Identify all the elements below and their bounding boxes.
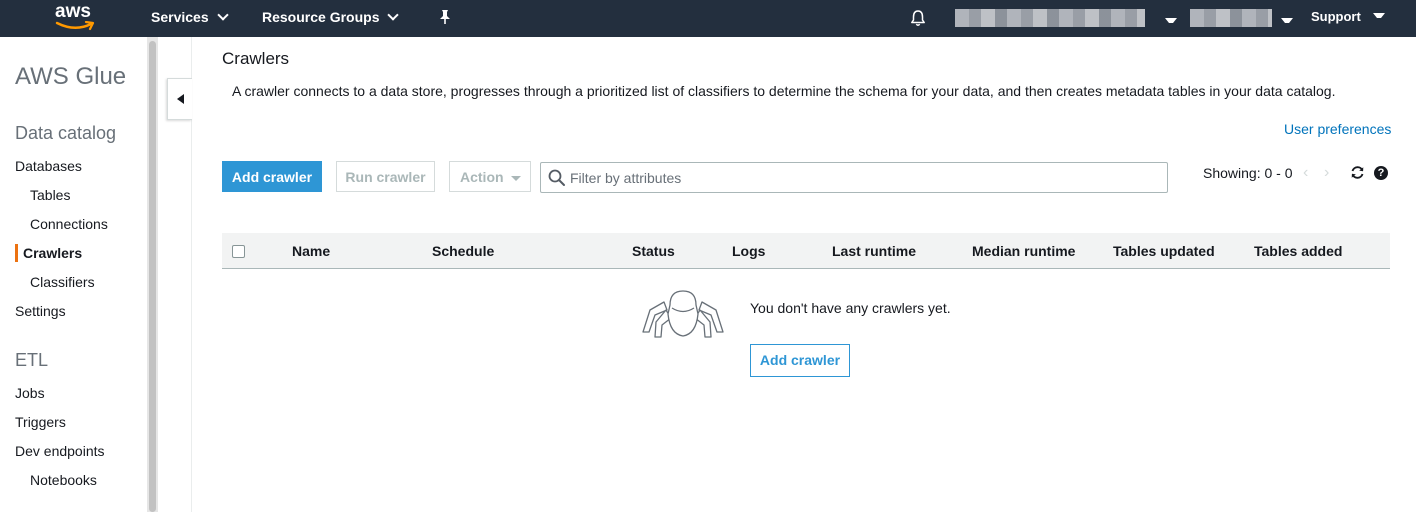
sidebar-item-tables[interactable]: Tables: [30, 187, 70, 203]
column-header-name[interactable]: Name: [292, 243, 330, 259]
region-redacted[interactable]: [1190, 9, 1272, 27]
sidebar-item-jobs[interactable]: Jobs: [15, 385, 45, 401]
top-navigation-bar: aws Services Resource Groups Support: [0, 0, 1416, 37]
filter-input[interactable]: [570, 163, 1160, 192]
column-header-logs[interactable]: Logs: [732, 243, 765, 259]
column-header-median-runtime[interactable]: Median runtime: [972, 243, 1075, 259]
select-all-checkbox[interactable]: [232, 245, 245, 258]
action-dropdown[interactable]: Action: [449, 161, 531, 192]
chevron-down-icon[interactable]: [1165, 18, 1177, 27]
action-label: Action: [460, 169, 504, 185]
caret-down-icon: [511, 176, 521, 181]
add-crawler-button[interactable]: Add crawler: [222, 161, 322, 192]
bell-icon[interactable]: [910, 9, 926, 30]
chevron-down-icon: [216, 9, 229, 21]
chevron-down-icon[interactable]: [1281, 18, 1293, 27]
user-preferences-link[interactable]: User preferences: [1284, 121, 1391, 137]
sidebar-item-dev-endpoints[interactable]: Dev endpoints: [15, 443, 105, 459]
filter-box[interactable]: [540, 162, 1168, 193]
sidebar: AWS Glue Data catalog Databases Tables C…: [0, 37, 147, 512]
aws-logo[interactable]: aws: [54, 1, 98, 33]
chevron-right-icon[interactable]: ›: [1324, 164, 1329, 182]
scrollbar-thumb[interactable]: [149, 41, 156, 512]
column-header-last-runtime[interactable]: Last runtime: [832, 243, 916, 259]
account-name-redacted[interactable]: [955, 9, 1145, 27]
sidebar-scrollbar[interactable]: [147, 37, 158, 512]
pagination-status: Showing: 0 - 0: [1203, 165, 1293, 181]
sidebar-item-connections[interactable]: Connections: [30, 216, 108, 232]
sidebar-item-settings[interactable]: Settings: [15, 303, 66, 319]
empty-state-message: You don't have any crawlers yet.: [750, 300, 951, 316]
section-title-data-catalog: Data catalog: [15, 123, 117, 143]
sidebar-item-classifiers[interactable]: Classifiers: [30, 274, 95, 290]
services-label: Services: [151, 9, 209, 25]
column-header-status[interactable]: Status: [632, 243, 675, 259]
active-item-marker: [15, 244, 18, 262]
table-header: Name Schedule Status Logs Last runtime M…: [222, 233, 1390, 269]
help-icon[interactable]: ?: [1374, 166, 1388, 180]
service-title: AWS Glue: [15, 63, 127, 90]
pin-icon[interactable]: [438, 9, 452, 28]
aws-smile-icon: [55, 21, 95, 31]
sidebar-item-databases[interactable]: Databases: [15, 158, 82, 174]
services-menu[interactable]: Services: [151, 9, 229, 25]
resource-groups-menu[interactable]: Resource Groups: [262, 9, 400, 25]
page-title: Crawlers: [222, 49, 290, 68]
support-menu[interactable]: Support: [1311, 9, 1385, 24]
caret-left-icon: [177, 94, 184, 104]
sidebar-item-notebooks[interactable]: Notebooks: [30, 472, 97, 488]
support-label: Support: [1311, 9, 1361, 24]
column-header-schedule[interactable]: Schedule: [432, 243, 494, 259]
empty-state-add-crawler-button[interactable]: Add crawler: [750, 344, 850, 377]
search-icon: [548, 169, 565, 186]
chevron-left-icon[interactable]: ‹: [1303, 164, 1308, 182]
sidebar-item-crawlers[interactable]: Crawlers: [23, 245, 82, 261]
resource-groups-label: Resource Groups: [262, 9, 380, 25]
spider-icon: [642, 290, 724, 338]
sidebar-item-triggers[interactable]: Triggers: [15, 414, 66, 430]
refresh-icon[interactable]: [1350, 165, 1365, 185]
section-title-etl: ETL: [15, 350, 49, 370]
column-header-tables-updated[interactable]: Tables updated: [1113, 243, 1215, 259]
aws-logo-text: aws: [55, 1, 91, 22]
run-crawler-button[interactable]: Run crawler: [336, 161, 435, 192]
column-header-tables-added[interactable]: Tables added: [1254, 243, 1342, 259]
page-description: A crawler connects to a data store, prog…: [232, 83, 1336, 99]
chevron-down-icon: [1372, 13, 1385, 22]
chevron-down-icon: [387, 9, 400, 21]
collapse-sidebar-button[interactable]: [167, 78, 192, 120]
